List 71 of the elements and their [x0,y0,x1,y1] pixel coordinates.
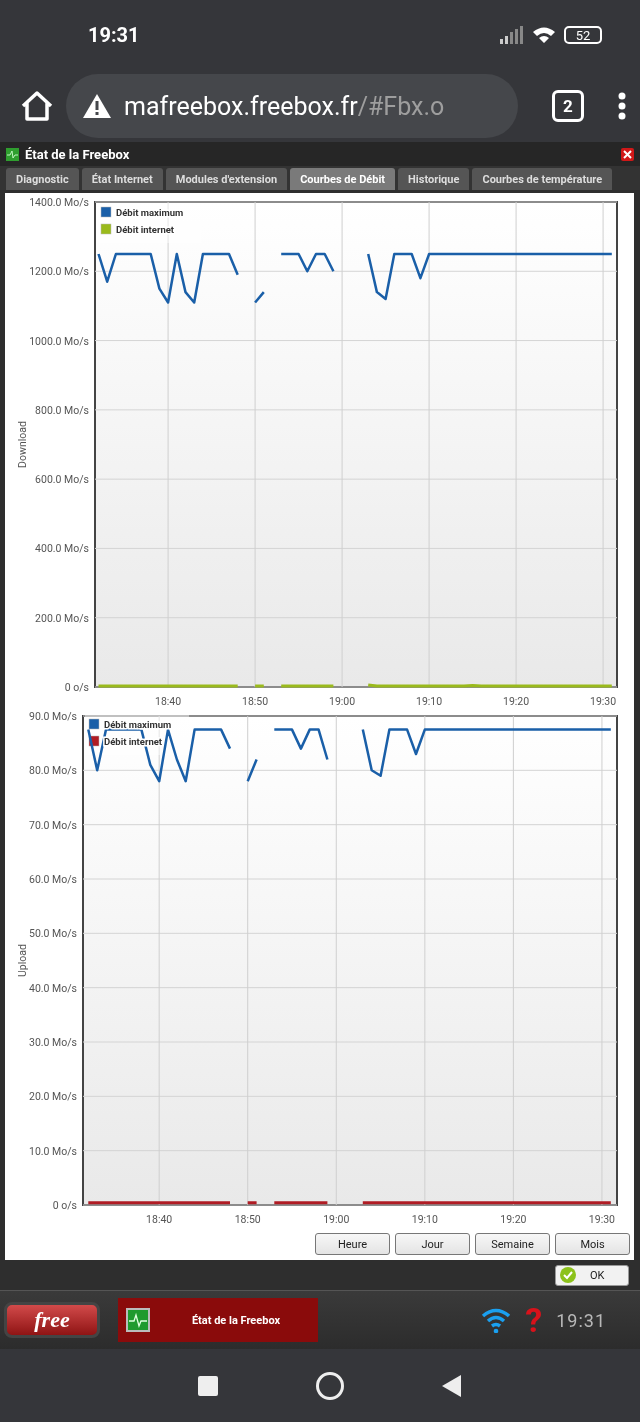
tab[interactable]: Diagnostic [6,168,79,190]
range-button[interactable]: Jour [395,1233,470,1255]
monitor-icon [126,1308,150,1332]
y-tick-label: 400.0 Mo/s [35,542,89,556]
y-tick-label: 10.0 Mo/s [29,1144,77,1158]
y-tick-label: 30.0 Mo/s [29,1036,77,1049]
range-button[interactable]: Heure [315,1233,390,1255]
check-icon [560,1267,576,1283]
x-tick-label: 18:40 [155,695,182,708]
signal-icon [500,26,524,44]
menu-icon[interactable] [618,92,626,120]
tab[interactable]: Historique [398,168,470,190]
y-tick-label: 0 o/s [52,1199,77,1212]
x-tick-label: 19:10 [416,695,443,708]
y-tick-label: 1000.0 Mo/s [29,334,89,348]
tab[interactable]: Courbes de température [472,168,613,190]
taskbar-window-button[interactable]: État de la Freebox [118,1298,318,1342]
tab[interactable]: État Internet [81,168,163,190]
y-tick-label: 60.0 Mo/s [29,873,77,886]
y-tick-label: 200.0 Mo/s [35,611,89,625]
wifi-icon [532,26,556,44]
free-logo-button[interactable]: free [4,1302,100,1338]
wifi-icon[interactable] [481,1307,512,1333]
range-button[interactable]: Mois [555,1233,630,1255]
x-tick-label: 18:50 [242,695,269,708]
x-tick-label: 18:50 [234,1213,261,1226]
battery-indicator: 52 [564,26,602,44]
ok-button[interactable]: OK [555,1264,629,1286]
legend-swatch [100,223,112,235]
y-tick-label: 50.0 Mo/s [29,927,77,941]
legend-swatch [88,735,100,747]
legend-label: Débit maximum [104,719,172,730]
y-tick-label: 70.0 Mo/s [29,818,77,832]
range-button[interactable]: Semaine [475,1233,550,1255]
y-tick-label: 1400.0 Mo/s [29,196,89,209]
x-tick-label: 19:00 [329,695,356,708]
legend-swatch [88,718,100,730]
home-circle-icon[interactable] [315,1371,345,1401]
home-icon[interactable] [20,90,54,122]
legend-swatch [100,206,112,218]
x-tick-label: 19:10 [411,1213,438,1226]
x-tick-label: 19:30 [588,1213,615,1226]
monitor-icon [6,147,19,161]
tab[interactable]: Courbes de Débit [290,168,396,190]
tab-count-button[interactable]: 2 [552,90,584,122]
legend-label: Débit maximum [116,207,184,218]
x-tick-label: 19:20 [500,1213,527,1226]
x-tick-label: 19:00 [323,1213,350,1226]
y-tick-label: 0 o/s [64,681,89,694]
address-field[interactable]: mafreebox.freebox.fr/#Fbx.o [66,74,518,138]
y-tick-label: 1200.0 Mo/s [29,265,89,279]
y-tick-label: 800.0 Mo/s [35,403,89,417]
taskbar-clock: 19:31 [556,1309,606,1331]
status-time: 19:31 [88,23,141,47]
y-tick-label: 20.0 Mo/s [29,1090,77,1104]
window-title: État de la Freebox [25,146,131,162]
tab[interactable]: Modules d'extension [165,168,288,190]
axis-label: Upload [16,944,29,977]
x-tick-label: 18:40 [146,1213,173,1226]
y-tick-label: 40.0 Mo/s [29,981,77,995]
y-tick-label: 600.0 Mo/s [35,473,89,487]
recents-icon[interactable] [198,1376,219,1396]
close-icon[interactable] [621,147,634,161]
axis-label: Download [16,421,29,468]
legend-label: Débit internet [116,224,175,235]
warning-icon [82,93,112,119]
y-tick-label: 90.0 Mo/s [29,710,77,723]
x-tick-label: 19:30 [590,695,617,708]
x-tick-label: 19:20 [503,695,530,708]
back-icon[interactable] [441,1375,462,1397]
y-tick-label: 80.0 Mo/s [29,764,77,778]
